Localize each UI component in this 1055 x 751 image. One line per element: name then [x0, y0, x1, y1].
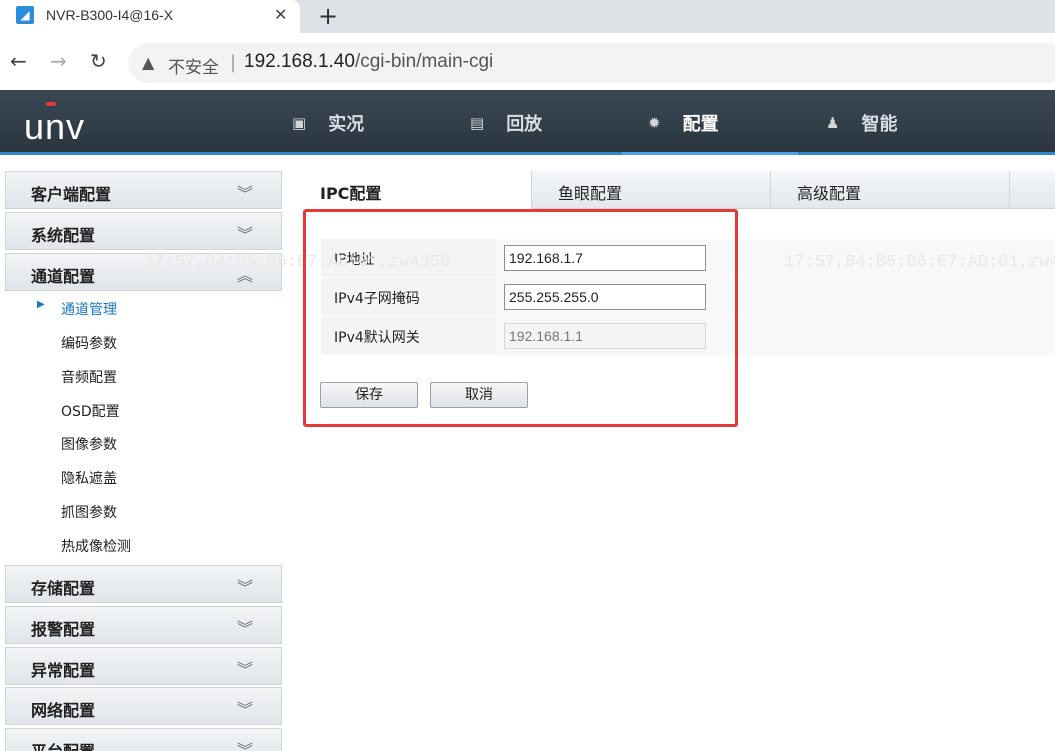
nav-playback-label: 回放 [506, 113, 543, 135]
sidebar-section-exception[interactable]: 异常配置 ︾ [5, 647, 282, 685]
sidebar-section-alarm[interactable]: 报警配置 ︾ [5, 606, 282, 644]
url-text[interactable]: 192.168.1.40/cgi-bin/main-cgi [244, 51, 493, 73]
chevron-down-icon: ︾ [236, 184, 253, 203]
sidebar-section-label: 平台配置 [31, 738, 95, 751]
gear-icon: ✹ [648, 113, 661, 132]
nav-live[interactable]: ▣ 实况 [292, 90, 364, 155]
sidebar-item-snapshot[interactable]: 抓图参数 [61, 502, 117, 522]
logo-accent-mark [46, 102, 56, 106]
active-item-marker-icon: ▶ [37, 299, 45, 310]
chevron-down-icon: ︾ [236, 741, 253, 751]
browser-toolbar: ← → ↻ ▲ 不安全 | 192.168.1.40/cgi-bin/main-… [0, 33, 1055, 90]
sidebar-section-label: 存储配置 [31, 579, 96, 598]
url-host: 192.168.1.40 [244, 51, 355, 72]
nav-config-label: 配置 [682, 113, 719, 135]
user-search-icon: ♟ [826, 113, 840, 132]
app-header: unv ▣ 实况 ▤ 回放 ✹ 配置 ♟ 智能 [0, 90, 1055, 155]
sidebar-item-thermal[interactable]: 热成像检测 [61, 536, 131, 556]
reload-icon[interactable]: ↻ [90, 49, 107, 73]
browser-tab-strip: ◢ NVR-B300-I4@16-X ✕ + [0, 0, 1055, 33]
new-tab-button[interactable]: + [318, 2, 338, 30]
warning-triangle-icon[interactable]: ▲ [142, 53, 154, 72]
sidebar-section-label: 客户端配置 [31, 185, 112, 204]
chevron-down-icon: ︾ [236, 225, 253, 244]
chevron-down-icon: ︾ [236, 660, 253, 679]
sidebar-item-channel-management[interactable]: 通道管理 [61, 299, 117, 319]
monitor-icon: ▣ [292, 113, 307, 132]
nav-playback[interactable]: ▤ 回放 [470, 90, 542, 155]
config-tabs: IPC配置 鱼眼配置 高级配置 [294, 171, 1055, 210]
sidebar-section-client[interactable]: 客户端配置 ︾ [5, 171, 282, 209]
sidebar-section-network[interactable]: 网络配置 ︾ [5, 687, 282, 725]
tab-label: IPC配置 [320, 184, 382, 203]
sidebar-section-platform[interactable]: 平台配置 ︾ [5, 728, 282, 751]
sidebar-item-encoding[interactable]: 编码参数 [61, 333, 117, 353]
nav-smart-label: 智能 [861, 113, 898, 135]
browser-tab[interactable]: ◢ NVR-B300-I4@16-X ✕ [0, 0, 300, 33]
sidebar-item-audio[interactable]: 音频配置 [61, 367, 117, 387]
sidebar-item-osd[interactable]: OSD配置 [61, 401, 120, 421]
address-separator: | [230, 52, 237, 73]
unv-logo: unv [24, 106, 86, 147]
sidebar-section-label: 异常配置 [31, 661, 96, 680]
nav-live-label: 实况 [328, 113, 365, 135]
url-path: /cgi-bin/main-cgi [354, 51, 494, 72]
close-tab-icon[interactable]: ✕ [274, 5, 287, 24]
active-nav-underline [622, 152, 798, 155]
tab-label: 高级配置 [797, 184, 862, 203]
tab-label: 鱼眼配置 [558, 184, 623, 203]
chevron-down-icon: ︾ [236, 578, 253, 597]
sidebar-section-label: 网络配置 [31, 701, 96, 720]
nav-smart[interactable]: ♟ 智能 [826, 90, 897, 155]
chevron-down-icon: ︾ [236, 619, 253, 638]
site-favicon-icon: ◢ [16, 6, 34, 24]
tab-ipc-config[interactable]: IPC配置 [294, 171, 532, 210]
sidebar-section-label: 系统配置 [31, 226, 96, 245]
tab-fisheye-config[interactable]: 鱼眼配置 [532, 171, 771, 209]
forward-arrow-icon[interactable]: → [50, 49, 67, 73]
sidebar-item-privacy-mask[interactable]: 隐私遮盖 [61, 468, 117, 488]
sidebar-section-label: 通道配置 [31, 267, 96, 286]
sidebar-section-label: 报警配置 [31, 620, 96, 639]
sidebar-item-image[interactable]: 图像参数 [61, 434, 117, 454]
tab-advanced-config[interactable]: 高级配置 [771, 171, 1010, 209]
film-icon: ▤ [470, 113, 485, 132]
browser-tab-title: NVR-B300-I4@16-X [46, 7, 174, 23]
watermark-text: 17:57,B4:B5:B6:E7:AD:01,zw4356 [784, 253, 1055, 272]
address-bar[interactable]: ▲ 不安全 | 192.168.1.40/cgi-bin/main-cgi [128, 43, 1055, 83]
chevron-down-icon: ︾ [236, 700, 253, 719]
sidebar-section-system[interactable]: 系统配置 ︾ [5, 212, 282, 250]
sidebar-section-storage[interactable]: 存储配置 ︾ [5, 565, 282, 603]
highlight-annotation-box [303, 209, 738, 427]
security-status[interactable]: 不安全 [168, 53, 219, 78]
nav-config[interactable]: ✹ 配置 [648, 90, 719, 155]
back-arrow-icon[interactable]: ← [10, 49, 27, 73]
